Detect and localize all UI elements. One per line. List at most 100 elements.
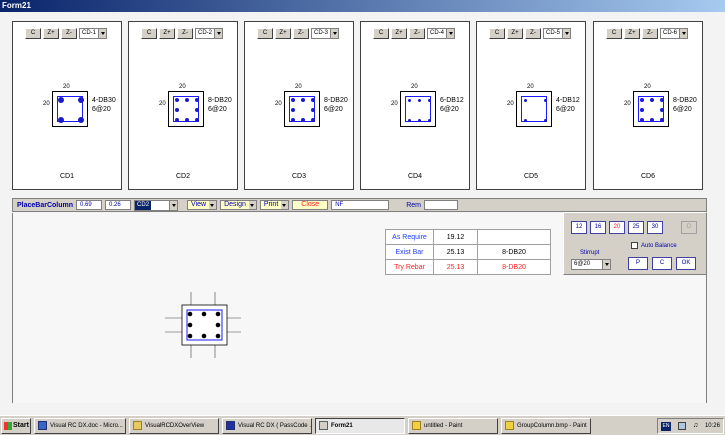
zoom-in-button[interactable]: Z+ [507,28,523,39]
rebar-dot [311,118,315,122]
close-button-label: Close [301,201,320,208]
center-button[interactable]: C [25,28,41,39]
chevron-down-icon[interactable] [679,29,688,38]
rebar-dot [427,118,431,122]
section-select[interactable]: CD-1 [79,28,108,39]
taskbar-item-form21[interactable]: Form21 [315,417,405,434]
auto-balance-label: Auto Balance [641,242,677,249]
section-panel-2[interactable]: C Z+ Z- CD-2 20 20 8-DB20 6@20 CD2 [128,21,238,190]
design-menu-button[interactable]: Design [220,200,257,210]
rebar-dot [427,98,431,102]
rebar-dot [301,98,305,102]
section-caption: CD5 [523,173,538,180]
column-section [633,91,669,127]
size-button-20[interactable]: 20 [609,221,625,234]
chevron-down-icon[interactable] [330,29,339,38]
p-button[interactable]: P [628,257,648,270]
section-caption: CD4 [407,173,422,180]
zoom-out-button[interactable]: Z- [293,28,309,39]
rebar-dot [640,118,644,122]
rebar-dot [660,118,664,122]
rebar-dot [195,118,199,122]
section-caption: CD6 [640,173,655,180]
print-menu-button[interactable]: Print [259,200,290,210]
system-tray: EN ♫ 10:26 [657,418,724,434]
center-button[interactable]: C [489,28,505,39]
chevron-down-icon [209,201,217,209]
zoom-in-button[interactable]: Z+ [159,28,175,39]
taskbar-item-paint-groupcolumn[interactable]: GroupColumn.bmp - Paint [501,417,591,434]
taskbar-item-folder[interactable]: VisualRCDXOverView [129,417,219,434]
dimension-top: 20 [527,84,534,90]
zoom-out-button[interactable]: Z- [525,28,541,39]
ok-button[interactable]: OK [676,257,696,270]
chevron-down-icon[interactable] [169,200,178,210]
chevron-down-icon[interactable] [214,29,223,38]
rebar-dot [58,117,64,123]
rebar-main: 4-DB12 [556,97,580,104]
c-button[interactable]: C [652,257,672,270]
nf-field[interactable]: NF [331,200,390,210]
zoom-out-button[interactable]: Z- [177,28,193,39]
rebar-dot [417,118,421,122]
zoom-in-button[interactable]: Z+ [624,28,640,39]
rebar-dot [543,98,547,102]
center-button[interactable]: C [373,28,389,39]
section-select[interactable]: CD-3 [311,28,340,39]
rebar-dot [407,118,411,122]
view-menu-label: View [191,201,207,208]
start-button[interactable]: Start [1,417,31,434]
chevron-down-icon[interactable] [562,29,571,38]
section-panel-4[interactable]: C Z+ Z- CD-4 20 20 6-DB12 6@20 CD4 [360,21,470,190]
zoom-out-button[interactable]: Z- [61,28,77,39]
zoom-out-button[interactable]: Z- [409,28,425,39]
size-button-12[interactable]: 12 [571,221,587,234]
section-panel-3[interactable]: C Z+ Z- CD-3 20 20 8-DB20 6@20 CD3 [244,21,354,190]
stirrup-combo[interactable]: 6@20 [571,259,611,270]
zoom-in-button[interactable]: Z+ [43,28,59,39]
close-button[interactable]: Close [292,200,329,210]
center-button[interactable]: C [606,28,622,39]
size-button-16[interactable]: 16 [590,221,606,234]
size-button-30[interactable]: 30 [647,221,663,234]
center-button[interactable]: C [141,28,157,39]
checkbox-icon[interactable] [631,242,638,249]
stirrup-value: 6@20 [574,261,591,267]
section-select[interactable]: CD-4 [427,28,456,39]
rebar-dot [175,118,179,122]
ratio-field-1[interactable]: 0.69 [76,200,103,210]
design-menu-label: Design [224,201,246,208]
taskbar-item-visualrc[interactable]: Visual RC DX ( PassCode ... [222,417,312,434]
section-select[interactable]: CD-5 [543,28,572,39]
rebar-dot [78,97,84,103]
view-menu-button[interactable]: View [187,200,218,210]
size-button-25[interactable]: 25 [628,221,644,234]
taskbar-item-paint-untitled[interactable]: untitled - Paint [408,417,498,434]
d-button[interactable]: D [681,221,697,234]
place-bar-toolbar: PlaceBarColumn 0.69 0.26 CD2 View Design… [12,198,707,212]
center-button[interactable]: C [257,28,273,39]
section-panel-5[interactable]: C Z+ Z- CD-5 20 20 4-DB12 6@20 CD5 [476,21,586,190]
section-select[interactable]: CD-2 [195,28,224,39]
chevron-down-icon[interactable] [446,29,455,38]
section-panel-1[interactable]: C Z+ Z- CD-1 20 20 4-DB30 6@20 CD1 [12,21,122,190]
auto-balance-checkbox[interactable]: Auto Balance [631,242,677,249]
zoom-in-button[interactable]: Z+ [391,28,407,39]
zoom-in-button[interactable]: Z+ [275,28,291,39]
section-select-value: CD-4 [430,30,445,36]
section-combo[interactable]: CD2 [134,199,179,211]
section-panel-6[interactable]: C Z+ Z- CD-6 20 20 8-DB20 6@20 CD6 [593,21,703,190]
form-icon [319,421,328,430]
rem-field[interactable] [423,200,458,210]
chevron-down-icon[interactable] [602,260,610,269]
taskbar-item-word[interactable]: Visual RC DX.doc - Micro... [34,417,126,434]
section-select[interactable]: CD-6 [660,28,689,39]
network-icon[interactable] [677,422,686,430]
zoom-out-button[interactable]: Z- [642,28,658,39]
chevron-down-icon[interactable] [98,29,107,38]
volume-icon[interactable]: ♫ [693,419,698,433]
rebar-dot [660,98,664,102]
stirrup-outline [405,96,431,122]
language-indicator[interactable]: EN [661,421,671,431]
ratio-field-2[interactable]: 0.26 [105,200,132,210]
